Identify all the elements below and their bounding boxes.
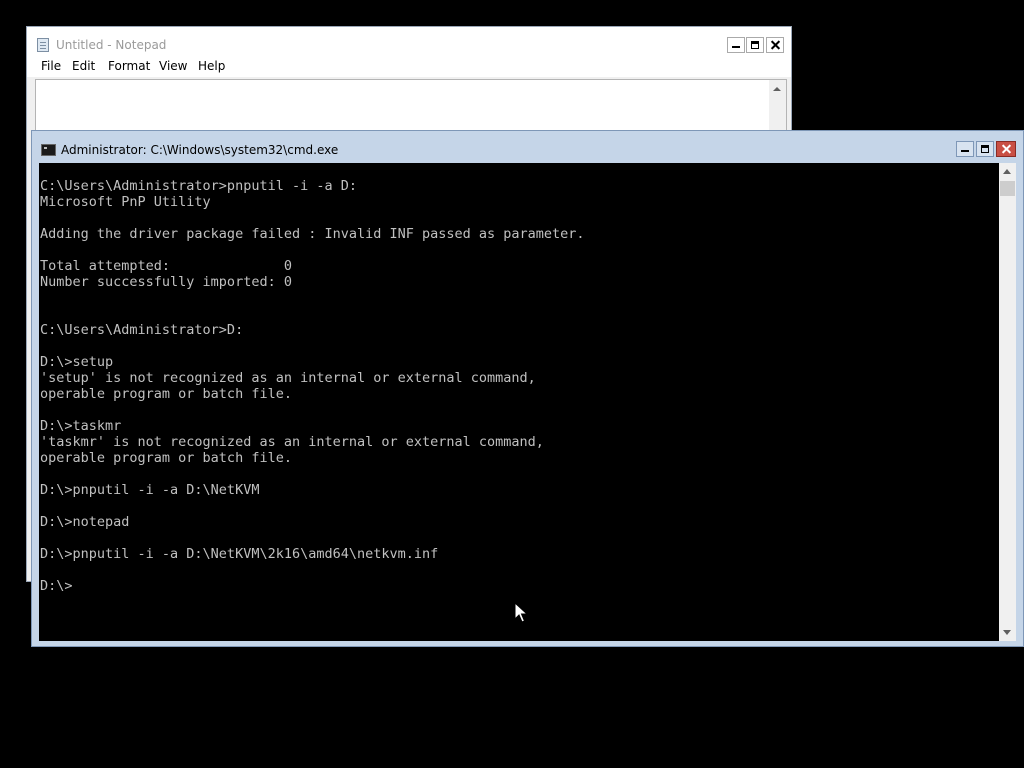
notepad-close-button[interactable]	[766, 37, 784, 53]
cmd-title: Administrator: C:\Windows\system32\cmd.e…	[61, 143, 339, 157]
notepad-menubar: File Edit Format View Help	[27, 59, 791, 77]
cmd-scrollbar[interactable]	[999, 163, 1016, 641]
scroll-down-arrow-icon[interactable]	[999, 624, 1016, 641]
notepad-maximize-button[interactable]	[746, 37, 764, 53]
console-output: C:\Users\Administrator>pnputil -i -a D: …	[40, 178, 585, 594]
console-area[interactable]: C:\Users\Administrator>pnputil -i -a D: …	[39, 163, 999, 641]
menu-view[interactable]: View	[159, 59, 187, 73]
notepad-titlebar[interactable]: Untitled - Notepad	[27, 27, 791, 59]
scroll-up-arrow-icon[interactable]	[999, 163, 1016, 180]
cmd-minimize-button[interactable]	[956, 141, 974, 157]
cmd-app-icon[interactable]	[41, 144, 56, 156]
notepad-title: Untitled - Notepad	[56, 38, 167, 52]
scroll-thumb[interactable]	[1000, 181, 1015, 196]
menu-help[interactable]: Help	[198, 59, 225, 73]
menu-edit[interactable]: Edit	[72, 59, 95, 73]
cmd-close-button[interactable]	[996, 141, 1016, 157]
cmd-window[interactable]: Administrator: C:\Windows\system32\cmd.e…	[31, 130, 1024, 647]
menu-file[interactable]: File	[41, 59, 61, 73]
cmd-maximize-button[interactable]	[976, 141, 994, 157]
cmd-titlebar[interactable]: Administrator: C:\Windows\system32\cmd.e…	[32, 131, 1023, 163]
menu-format[interactable]: Format	[108, 59, 150, 73]
notepad-app-icon[interactable]	[37, 38, 49, 52]
notepad-minimize-button[interactable]	[727, 37, 745, 53]
mouse-pointer-icon	[514, 602, 528, 623]
